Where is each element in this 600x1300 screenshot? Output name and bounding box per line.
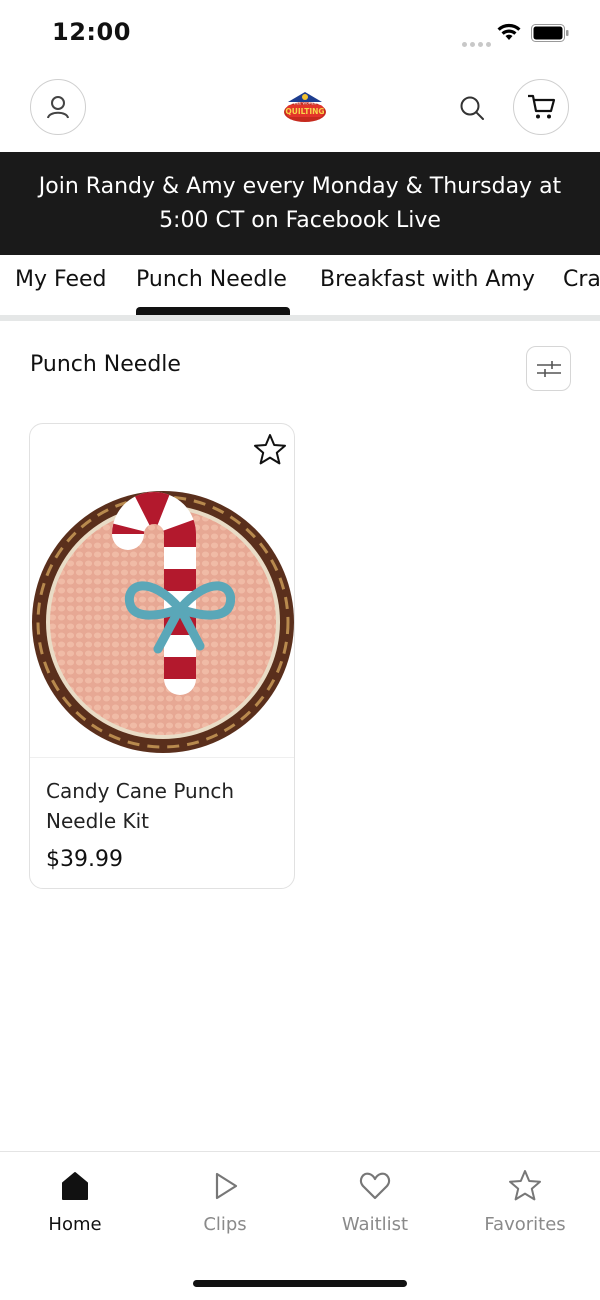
svg-text:WEE WOMEN: WEE WOMEN <box>293 102 316 106</box>
search-icon <box>460 96 484 120</box>
tabs-divider <box>0 315 600 321</box>
tab-my-feed[interactable]: My Feed <box>15 267 106 292</box>
cart-button[interactable] <box>513 79 569 135</box>
nav-clips-label: Clips <box>203 1214 247 1235</box>
nav-home[interactable]: Home <box>0 1152 150 1252</box>
brand-logo[interactable]: QUILTING WEE WOMEN <box>282 88 328 124</box>
nav-waitlist[interactable]: Waitlist <box>300 1152 450 1252</box>
nav-home-label: Home <box>48 1214 102 1235</box>
person-icon <box>47 96 69 119</box>
product-card[interactable]: Candy Cane Punch Needle Kit $39.99 <box>29 423 295 889</box>
signal-icon <box>462 34 494 52</box>
banner-text: Join Randy & Amy every Monday & Thursday… <box>38 173 562 233</box>
section-title: Punch Needle <box>30 352 181 377</box>
account-button[interactable] <box>30 79 86 135</box>
play-icon <box>215 1172 238 1200</box>
svg-text:QUILTING: QUILTING <box>285 107 324 116</box>
home-icon <box>62 1172 88 1200</box>
product-price: $39.99 <box>46 847 123 872</box>
product-name[interactable]: Candy Cane Punch Needle Kit <box>46 776 276 836</box>
status-bar: 12:00 <box>0 0 600 66</box>
search-button[interactable] <box>456 92 488 124</box>
star-icon <box>509 1170 541 1201</box>
announcement-banner[interactable]: Join Randy & Amy every Monday & Thursday… <box>0 152 600 255</box>
home-indicator <box>193 1280 407 1287</box>
wifi-icon <box>497 23 521 40</box>
status-time: 12:00 <box>52 18 131 46</box>
candy-cane-hoop-image <box>32 491 294 753</box>
cart-icon <box>528 94 556 119</box>
favorite-star-icon[interactable] <box>252 432 288 468</box>
tab-breakfast-with-amy[interactable]: Breakfast with Amy <box>320 267 535 292</box>
filter-button[interactable] <box>526 346 571 391</box>
product-image[interactable] <box>30 424 294 758</box>
bottom-nav: Home Clips Waitlist Favorites <box>0 1151 600 1300</box>
sliders-icon <box>536 360 561 377</box>
tab-cra[interactable]: Cra <box>563 267 600 292</box>
nav-favorites-label: Favorites <box>484 1214 566 1235</box>
nav-favorites[interactable]: Favorites <box>450 1152 600 1252</box>
active-tab-indicator <box>136 307 290 315</box>
nav-waitlist-label: Waitlist <box>341 1214 409 1235</box>
tab-punch-needle[interactable]: Punch Needle <box>136 267 287 292</box>
top-nav: QUILTING WEE WOMEN <box>0 66 600 152</box>
category-tabs: My Feed Punch Needle Breakfast with Amy … <box>0 255 600 318</box>
nav-clips[interactable]: Clips <box>150 1152 300 1252</box>
quilting-logo-icon: QUILTING WEE WOMEN <box>284 92 326 122</box>
heart-icon <box>359 1172 391 1200</box>
battery-icon <box>531 24 569 42</box>
